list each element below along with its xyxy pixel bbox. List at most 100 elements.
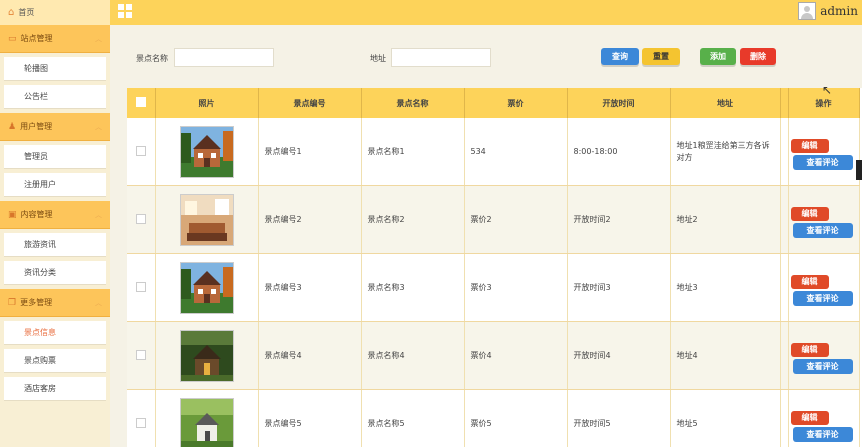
document-icon: ▣	[8, 209, 17, 220]
scenic-photo	[179, 261, 234, 314]
scrollbar-thumb[interactable]	[856, 160, 862, 180]
row-checkbox[interactable]	[135, 213, 146, 224]
table-row: 景点编号2 景点名称2 票价2 开放时间2 地址2 编辑 查看评论	[127, 185, 860, 254]
cell-name: 景点名称2	[361, 185, 465, 254]
col-time: 开放时间	[567, 88, 671, 118]
cell-name: 景点名称3	[361, 253, 465, 322]
main-content: 景点名称 地址 查询 重置 添加 删除 照片 景点编号 景点名称 票价 开放时间	[110, 25, 862, 447]
sidebar-item-scenic-info[interactable]: 景点信息	[4, 321, 106, 345]
view-comments-button[interactable]: 查看评论	[792, 358, 853, 374]
table-row: 景点编号3 景点名称3 票价3 开放时间3 地址3 编辑 查看评论	[127, 253, 860, 322]
cell-time: 8:00-18:00	[567, 118, 671, 186]
chevron-up-icon: ︿	[95, 298, 102, 307]
menu-grid-icon[interactable]	[118, 4, 132, 18]
edit-button[interactable]: 编辑	[790, 274, 829, 289]
group-label: 站点管理	[20, 34, 53, 43]
cell-name: 景点名称4	[361, 321, 465, 390]
sidebar-item-registered-users[interactable]: 注册用户	[4, 173, 106, 197]
cell-address: 地址3	[670, 253, 781, 322]
edit-button[interactable]: 编辑	[790, 138, 829, 153]
cell-time: 开放时间2	[567, 185, 671, 254]
scenic-table: 照片 景点编号 景点名称 票价 开放时间 地址 操作 景点编号1 景点名称1 5…	[127, 88, 862, 447]
cell-hidden	[780, 253, 789, 322]
chevron-up-icon: ︿	[95, 210, 102, 219]
edit-button[interactable]: 编辑	[790, 342, 829, 357]
chevron-up-icon: ︿	[95, 122, 102, 131]
col-name: 景点名称	[361, 88, 465, 118]
query-button[interactable]: 查询	[601, 48, 639, 65]
view-comments-button[interactable]: 查看评论	[792, 426, 853, 442]
scenic-photo	[179, 397, 234, 447]
table-row: 景点编号5 景点名称5 票价5 开放时间5 地址5 编辑 查看评论	[127, 389, 860, 447]
scenic-photo	[179, 193, 234, 246]
cell-price: 票价5	[464, 389, 568, 447]
sidebar-group-site[interactable]: ▭ 站点管理 ︿	[0, 25, 110, 53]
cell-hidden	[780, 185, 789, 254]
col-price: 票价	[464, 88, 568, 118]
group-label: 内容管理	[20, 210, 53, 219]
name-input[interactable]	[174, 48, 274, 67]
col-hidden	[780, 88, 789, 118]
cell-price: 534	[464, 118, 568, 186]
add-button[interactable]: 添加	[700, 48, 736, 65]
cell-address: 地址2	[670, 185, 781, 254]
row-checkbox[interactable]	[135, 417, 146, 428]
scenic-photo	[179, 125, 234, 178]
delete-button[interactable]: 删除	[740, 48, 776, 65]
table-row: 景点编号1 景点名称1 534 8:00-18:00 地址1粮罡洼给第三方各诉对…	[127, 118, 860, 186]
edit-button[interactable]: 编辑	[790, 410, 829, 425]
table-header: 照片 景点编号 景点名称 票价 开放时间 地址 操作	[127, 88, 860, 118]
cell-code: 景点编号4	[258, 321, 362, 390]
sidebar-item-carousel[interactable]: 轮播图	[4, 57, 106, 81]
view-comments-button[interactable]: 查看评论	[792, 222, 853, 238]
reset-button[interactable]: 重置	[642, 48, 680, 65]
sidebar-item-ticket[interactable]: 景点购票	[4, 349, 106, 373]
sidebar-item-notice[interactable]: 公告栏	[4, 85, 106, 109]
address-input[interactable]	[391, 48, 491, 67]
cell-code: 景点编号2	[258, 185, 362, 254]
sidebar-group-more[interactable]: ❐ 更多管理 ︿	[0, 289, 110, 317]
edit-button[interactable]: 编辑	[790, 206, 829, 221]
sidebar-item-travel-news[interactable]: 旅游资讯	[4, 233, 106, 257]
select-all-checkbox[interactable]	[135, 97, 146, 107]
chevron-up-icon: ︿	[95, 34, 102, 43]
row-checkbox[interactable]	[135, 349, 146, 360]
mouse-cursor-icon: ↖	[822, 83, 833, 97]
sidebar-item-hotel[interactable]: 酒店客房	[4, 377, 106, 401]
sidebar-group-users[interactable]: ♟ 用户管理 ︿	[0, 113, 110, 141]
row-checkbox[interactable]	[135, 145, 146, 156]
table-row: 景点编号4 景点名称4 票价4 开放时间4 地址4 编辑 查看评论	[127, 321, 860, 390]
home-link[interactable]: ⌂ 首页	[0, 0, 110, 25]
user-icon: ♟	[8, 121, 17, 132]
col-code: 景点编号	[258, 88, 362, 118]
name-label: 景点名称	[136, 54, 168, 63]
row-checkbox[interactable]	[135, 281, 146, 292]
cell-hidden	[780, 321, 789, 390]
avatar	[798, 2, 817, 20]
cell-hidden	[780, 118, 789, 186]
sidebar-item-news-category[interactable]: 资讯分类	[4, 261, 106, 285]
home-icon: ⌂	[8, 7, 15, 18]
cell-address: 地址5	[670, 389, 781, 447]
cell-name: 景点名称1	[361, 118, 465, 186]
cell-price: 票价2	[464, 185, 568, 254]
sidebar-item-admins[interactable]: 管理员	[4, 145, 106, 169]
sidebar-group-content[interactable]: ▣ 内容管理 ︿	[0, 201, 110, 229]
search-bar: 景点名称 地址 查询 重置 添加 删除	[110, 47, 862, 69]
top-bar: ⌂ 首页 admin	[0, 0, 862, 25]
sidebar: ▭ 站点管理 ︿ 轮播图 公告栏 ♟ 用户管理 ︿ 管理员 注册用户 ▣ 内容管…	[0, 25, 110, 447]
cell-price: 票价3	[464, 253, 568, 322]
group-label: 更多管理	[20, 298, 53, 307]
address-label: 地址	[370, 54, 386, 63]
cell-time: 开放时间3	[567, 253, 671, 322]
view-comments-button[interactable]: 查看评论	[792, 154, 853, 170]
group-label: 用户管理	[20, 122, 53, 131]
cell-time: 开放时间5	[567, 389, 671, 447]
user-menu[interactable]: admin	[798, 2, 858, 20]
cell-code: 景点编号5	[258, 389, 362, 447]
cell-hidden	[780, 389, 789, 447]
view-comments-button[interactable]: 查看评论	[792, 290, 853, 306]
cell-time: 开放时间4	[567, 321, 671, 390]
col-address: 地址	[670, 88, 781, 118]
copy-icon: ❐	[8, 297, 17, 308]
